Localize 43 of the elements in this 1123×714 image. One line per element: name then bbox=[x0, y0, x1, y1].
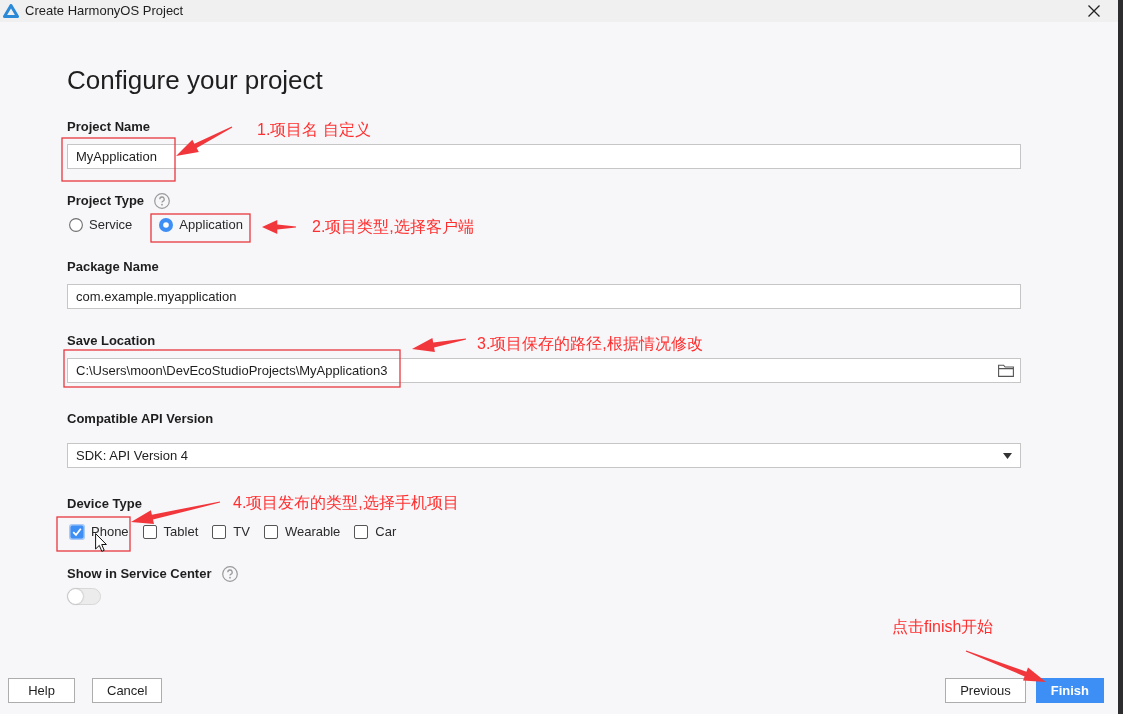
radio-button[interactable] bbox=[69, 218, 83, 232]
checkbox-label[interactable]: Wearable bbox=[284, 523, 341, 541]
annotation-text: 3.项目保存的路径,根据情况修改 bbox=[477, 334, 703, 354]
field-label: Project Name bbox=[67, 118, 151, 136]
page-heading: Configure your project bbox=[67, 64, 324, 97]
dropdown[interactable]: SDK: API Version 4 bbox=[67, 443, 1021, 468]
annotation-arrow bbox=[412, 338, 467, 352]
annotation-arrow bbox=[176, 126, 233, 156]
annotation-text: 点击finish开始 bbox=[892, 617, 994, 637]
folder-icon[interactable] bbox=[998, 364, 1014, 377]
app-logo-icon bbox=[3, 4, 19, 18]
checkbox[interactable] bbox=[69, 524, 85, 540]
caret-icon[interactable] bbox=[1003, 452, 1012, 459]
checkbox-label[interactable]: Car bbox=[375, 523, 397, 541]
dialog-button[interactable]: Previous bbox=[945, 678, 1026, 703]
text-field[interactable]: com.example.myapplication bbox=[67, 284, 1021, 309]
annotation-arrow bbox=[262, 220, 296, 234]
field-label: Compatible API Version bbox=[67, 410, 214, 428]
close-icon[interactable] bbox=[1088, 5, 1100, 17]
checkbox[interactable] bbox=[141, 524, 158, 540]
radio-label[interactable]: Service bbox=[89, 216, 133, 234]
toggle-switch[interactable] bbox=[67, 588, 101, 605]
dialog-button[interactable]: Cancel bbox=[92, 678, 163, 703]
checkbox-label[interactable]: TV bbox=[233, 523, 250, 541]
field-label: Show in Service Center bbox=[67, 565, 212, 583]
field-label: Project Type bbox=[67, 192, 145, 210]
annotation-text: 2.项目类型,选择客户端 bbox=[312, 217, 474, 237]
checkbox[interactable] bbox=[211, 524, 228, 540]
annotation-text: 1.项目名 自定义 bbox=[257, 120, 371, 140]
radio-button[interactable] bbox=[159, 218, 174, 232]
window-title: Create HarmonyOS Project bbox=[25, 3, 184, 19]
checkbox-label[interactable]: Tablet bbox=[163, 523, 199, 541]
field-label: Save Location bbox=[67, 332, 156, 350]
checkbox[interactable] bbox=[353, 524, 370, 540]
annotation-text: 4.项目发布的类型,选择手机项目 bbox=[233, 493, 459, 513]
field-label: Package Name bbox=[67, 258, 159, 276]
checkbox-label[interactable]: Phone bbox=[91, 523, 129, 541]
text-field[interactable]: MyApplication bbox=[67, 144, 1021, 169]
checkbox[interactable] bbox=[262, 524, 279, 540]
path-field[interactable]: C:\Users\moon\DevEcoStudioProjects\MyApplication3 bbox=[67, 358, 1021, 383]
field-label: Device Type bbox=[67, 495, 142, 513]
dialog-button[interactable]: Help bbox=[8, 678, 75, 703]
radio-label[interactable]: Application bbox=[179, 216, 243, 234]
